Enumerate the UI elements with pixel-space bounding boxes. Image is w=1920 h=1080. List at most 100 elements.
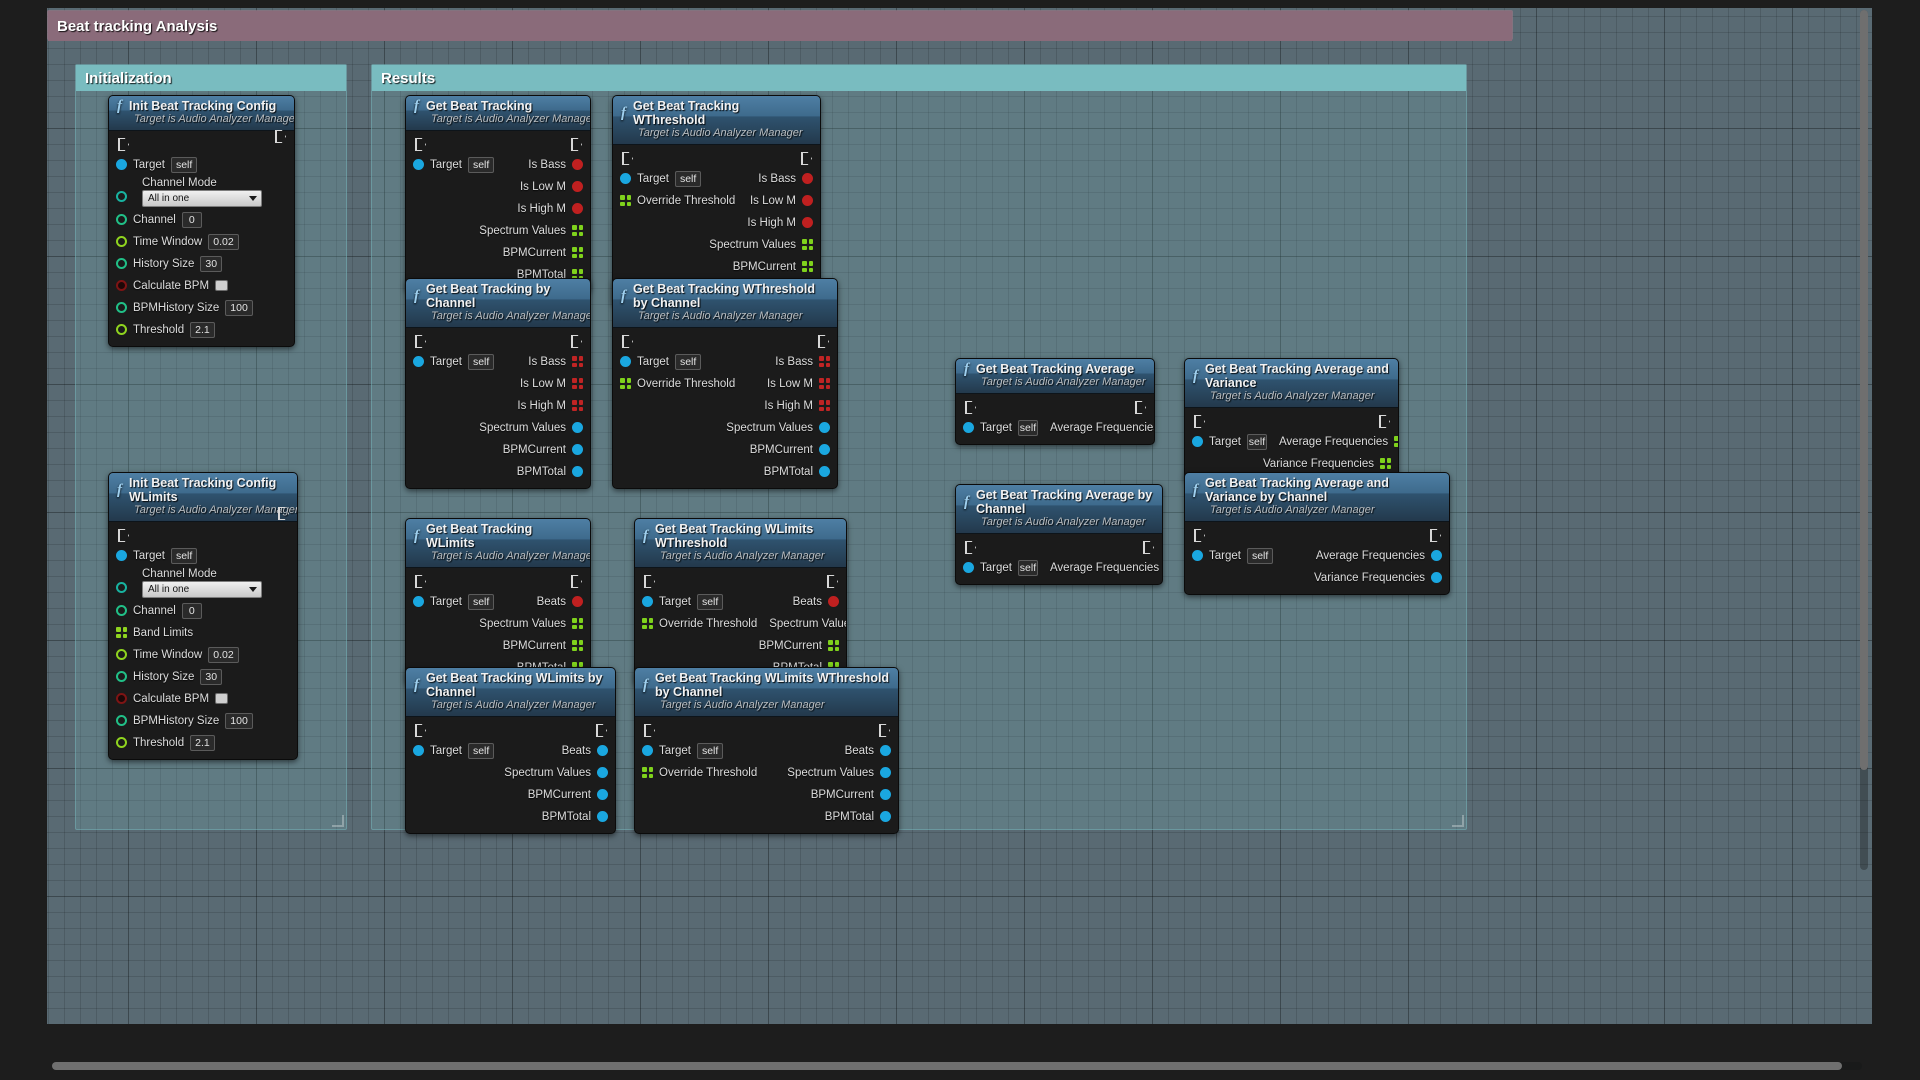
bpmhistory-size-value[interactable]: 100 [225,299,253,316]
variance-frequencies-pin-icon[interactable] [1431,572,1442,583]
exec-out-pin[interactable] [571,138,582,151]
exec-in-pin[interactable] [415,138,426,151]
exec-in-pin[interactable] [415,724,426,737]
pin-row-target[interactable]: Target self Average Frequencies [956,558,1162,577]
bpmtotal-pin-icon[interactable] [572,466,583,477]
channel-value[interactable]: 0 [181,211,202,228]
exec-in-pin[interactable] [118,138,129,151]
target-pin-icon[interactable] [963,562,974,573]
target-pin-icon[interactable] [963,422,974,433]
band-limits-array-pin-icon[interactable] [116,627,127,638]
pin-row-channel-mode[interactable]: Channel Mode All in one [109,567,297,598]
exec-out-pin[interactable] [801,152,812,165]
pin-row-band-limits[interactable]: Band Limits [109,623,297,642]
comment-title-bar-initialization[interactable]: Initialization [76,65,346,91]
target-pin-icon[interactable] [642,745,653,756]
pin-row-bpmcurrent[interactable]: BPMCurrent [406,785,615,804]
node-header[interactable]: f Get Beat Tracking WLimits by Channel T… [406,668,615,717]
spectrum-values-array-pin-icon[interactable] [572,225,583,236]
bpmhistory-size-value[interactable]: 100 [225,712,253,729]
target-value[interactable]: self [467,156,495,173]
pin-row-channel-mode[interactable]: Channel Mode All in one [109,176,294,207]
pin-row-bpmhistory-size[interactable]: BPMHistory Size 100 [109,711,297,730]
exec-in-pin[interactable] [1194,415,1205,428]
comment-resize-handle[interactable] [332,815,344,827]
average-frequencies-pin-icon[interactable] [1431,550,1442,561]
exec-in-pin[interactable] [118,529,129,542]
spectrum-values-array-pin-icon[interactable] [572,618,583,629]
pin-row-spectrum-values[interactable]: Spectrum Values [406,763,615,782]
comment-beat-tracking-analysis[interactable]: Beat tracking Analysis [47,10,1513,41]
beats-pin-icon[interactable] [572,596,583,607]
node-get-beat-tracking-average-and-variance-by-channel[interactable]: f Get Beat Tracking Average and Variance… [1184,472,1450,595]
pin-row-is-high-m[interactable]: Is High M [613,213,820,232]
threshold-pin-icon[interactable] [116,737,127,748]
comment-resize-handle[interactable] [1452,815,1464,827]
target-pin-icon[interactable] [413,159,424,170]
bpmcurrent-array-pin-icon[interactable] [828,640,839,651]
pin-row-calculate-bpm[interactable]: Calculate BPM [109,689,297,708]
pin-row-target[interactable]: Target self Beats [406,741,615,760]
override-threshold-array-pin-icon[interactable] [642,767,653,778]
node-get-beat-tracking-wlimits-wthreshold-by-channel[interactable]: f Get Beat Tracking WLimits WThreshold b… [634,667,899,834]
override-threshold-array-pin-icon[interactable] [642,618,653,629]
bpmtotal-pin-icon[interactable] [880,811,891,822]
calculate-bpm-pin-icon[interactable] [116,693,127,704]
node-init-beat-tracking-config[interactable]: f Init Beat Tracking Config Target is Au… [108,95,295,347]
vertical-scrollbar-thumb[interactable] [1860,10,1868,770]
horizontal-scrollbar-thumb[interactable] [52,1062,1842,1070]
pin-row-is-high-m[interactable]: Is High M [613,396,837,415]
target-pin-icon[interactable] [642,596,653,607]
node-get-beat-tracking-wthreshold-by-channel[interactable]: f Get Beat Tracking WThreshold by Channe… [612,278,838,489]
bpmhistory-size-pin-icon[interactable] [116,302,127,313]
pin-row-bpmtotal[interactable]: BPMTotal [406,462,590,481]
node-header[interactable]: f Get Beat Tracking Average by Channel T… [956,485,1162,534]
pin-row-history-size[interactable]: History Size 30 [109,254,294,273]
node-header[interactable]: f Get Beat Tracking WLimits Target is Au… [406,519,590,568]
threshold-pin-icon[interactable] [116,324,127,335]
exec-out-pin[interactable] [1379,415,1390,428]
spectrum-values-array-pin-icon[interactable] [802,239,813,250]
pin-row-time-window[interactable]: Time Window 0.02 [109,645,297,664]
pin-row-is-low-m[interactable]: Is Low M [406,374,590,393]
exec-out-pin[interactable] [818,335,829,348]
target-pin-icon[interactable] [1192,550,1203,561]
is-bass-array-pin-icon[interactable] [819,356,830,367]
target-value[interactable]: self [170,156,198,173]
node-header[interactable]: f Get Beat Tracking WLimits WThreshold b… [635,668,898,717]
is-high-m-pin-icon[interactable] [572,203,583,214]
pin-row-spectrum-values[interactable]: Spectrum Values [613,235,820,254]
time-window-pin-icon[interactable] [116,649,127,660]
target-pin-icon[interactable] [413,745,424,756]
bpmcurrent-array-pin-icon[interactable] [572,247,583,258]
target-pin-icon[interactable] [620,173,631,184]
pin-row-bpmcurrent[interactable]: BPMCurrent [613,440,837,459]
node-header[interactable]: f Get Beat Tracking Average and Variance… [1185,359,1398,408]
node-get-beat-tracking-wlimits-wthreshold[interactable]: f Get Beat Tracking WLimits WThreshold T… [634,518,847,685]
exec-in-pin[interactable] [415,335,426,348]
exec-out-pin[interactable] [1430,529,1441,542]
node-header[interactable]: f Init Beat Tracking Config Target is Au… [109,96,294,131]
beats-pin-icon[interactable] [828,596,839,607]
target-pin-icon[interactable] [620,356,631,367]
target-value[interactable]: self [1017,559,1038,576]
target-value[interactable]: self [696,742,724,759]
time-window-pin-icon[interactable] [116,236,127,247]
pin-row-time-window[interactable]: Time Window 0.02 [109,232,294,251]
horizontal-scrollbar[interactable] [52,1062,1862,1070]
target-value[interactable]: self [1017,419,1038,436]
is-bass-array-pin-icon[interactable] [572,356,583,367]
pin-row-target[interactable]: Target self Beats [635,741,898,760]
node-header[interactable]: f Get Beat Tracking WLimits WThreshold T… [635,519,846,568]
node-header[interactable]: f Init Beat Tracking Config WLimits Targ… [109,473,297,522]
node-get-beat-tracking-wlimits[interactable]: f Get Beat Tracking WLimits Target is Au… [405,518,591,685]
bpmcurrent-pin-icon[interactable] [880,789,891,800]
node-get-beat-tracking-wthreshold[interactable]: f Get Beat Tracking WThreshold Target is… [612,95,821,306]
pin-row-target[interactable]: Target self Average Frequencies [956,418,1154,437]
target-value[interactable]: self [696,593,724,610]
pin-row-target[interactable]: Target self Is Bass [406,155,590,174]
calculate-bpm-checkbox[interactable] [215,280,229,291]
target-pin-icon[interactable] [116,550,127,561]
channel-mode-pin-icon[interactable] [116,582,127,593]
bpmtotal-pin-icon[interactable] [819,466,830,477]
